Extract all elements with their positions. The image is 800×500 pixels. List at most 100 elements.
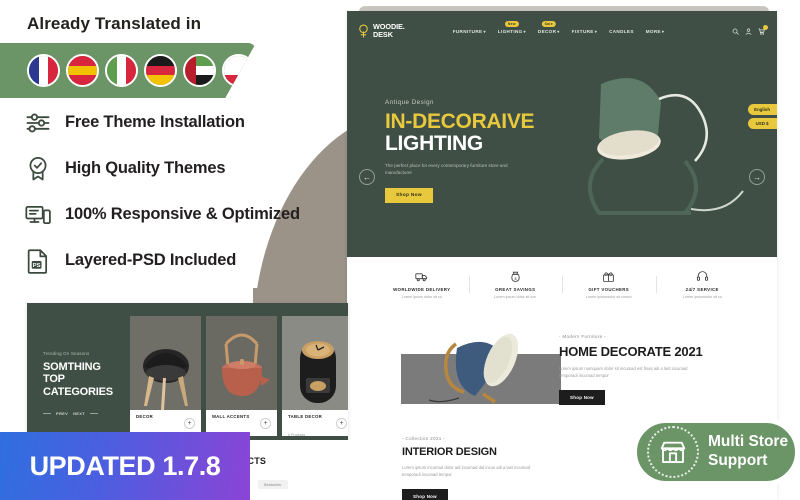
- category-name: TABLE DECOR: [288, 414, 323, 419]
- feature-label: 100% Responsive & Optimized: [65, 205, 300, 223]
- categories-copy: Trending On Seasons SOMTHING TOP CATEGOR…: [43, 351, 121, 416]
- nav-label: FIXTURE: [571, 28, 594, 34]
- service-title: GIFT VOUCHERS: [588, 287, 630, 292]
- service-title: 24/7 SERVICE: [685, 287, 719, 292]
- france-flag: [27, 54, 60, 87]
- nav-item-lighting[interactable]: New LIGHTING▾: [497, 20, 526, 34]
- category-card[interactable]: TABLE DECOR 6 Products +: [282, 316, 348, 436]
- spain-flag: [66, 54, 99, 87]
- hero-slider: Antique Design IN-DECORAIVE LIGHTING The…: [347, 51, 777, 257]
- logo-line-2: DESK: [373, 30, 393, 39]
- sliders-icon: [24, 109, 52, 137]
- prev-dash: [43, 412, 51, 414]
- nav-label: CANDLES: [609, 28, 634, 34]
- feature-item-free-theme-installation: Free Theme Installation: [24, 102, 344, 143]
- cart-badge-dot: [763, 24, 768, 30]
- store-badge-line-1: Multi Store: [708, 433, 789, 451]
- interior-shop-now-button[interactable]: Shop Now: [402, 488, 448, 500]
- site-header: WOODIE. DESK FURNITURE▾ New LIGHTING▾ Sa…: [347, 11, 777, 51]
- nav-badge-sale: Sale: [541, 20, 556, 27]
- category-card[interactable]: WALL ACCENTS 6 Products +: [206, 316, 277, 436]
- service-title: GREAT SAVINGS: [495, 287, 536, 292]
- service-worldwide-delivery: WORLDWIDE DELIVERY Lorem ipsum dolor sit…: [375, 270, 469, 299]
- category-caption: TABLE DECOR 6 Products +: [282, 410, 348, 436]
- arrow-left-icon[interactable]: ←: [359, 169, 375, 185]
- category-name: DECOR: [136, 414, 154, 419]
- nav-item-fixture[interactable]: FIXTURE▾: [572, 29, 597, 34]
- responsive-icon: [24, 201, 52, 229]
- category-card-list: DECOR 6 Products +: [130, 316, 348, 436]
- service-gift-vouchers: GIFT VOUCHERS Lorem ipsumdolor sit consc…: [562, 270, 656, 299]
- decorate-shop-now-button[interactable]: Shop Now: [559, 389, 605, 405]
- category-name: WALL ACCENTS: [212, 414, 250, 419]
- site-nav: FURNITURE▾ New LIGHTING▾ Sale DECOR▾ FIX…: [453, 20, 665, 34]
- service-great-savings: $ GREAT SAVINGS Lorem ipsum dolor sit co…: [468, 270, 563, 299]
- products-tab[interactable]: Bestseller: [258, 480, 288, 489]
- woodie-logo-icon: [357, 24, 370, 38]
- support-icon: [660, 270, 746, 283]
- feature-item-layered-psd: PS Layered-PSD Included: [24, 240, 344, 281]
- badge-check-icon: [24, 155, 52, 183]
- feature-list: Free Theme Installation High Quality The…: [24, 102, 344, 286]
- hero-title-secondary: LIGHTING: [385, 131, 483, 155]
- hero-title-primary: IN-DECORAIVE: [385, 110, 535, 133]
- savings-icon: $: [473, 270, 559, 283]
- plus-icon[interactable]: +: [260, 417, 271, 429]
- service-subtitle: Lorem ipsumdolor sit consci: [585, 295, 632, 299]
- cart-icon[interactable]: [758, 24, 768, 35]
- updated-version-label: UPDATED 1.7.8: [29, 450, 221, 481]
- categories-title: SOMTHING TOP CATEGORIES: [43, 361, 113, 398]
- categories-slider-nav[interactable]: PREV NEXT: [43, 411, 121, 416]
- next-dash: [89, 412, 98, 414]
- feature-label: Layered-PSD Included: [65, 251, 237, 269]
- svg-text:PS: PS: [33, 262, 41, 268]
- store-badge-line-2: Support: [708, 452, 768, 469]
- nav-item-furniture[interactable]: FURNITURE▾: [453, 29, 486, 34]
- nav-label: LIGHTING: [497, 28, 523, 34]
- next-label[interactable]: NEXT: [73, 411, 85, 416]
- language-selector[interactable]: English: [748, 104, 777, 115]
- hero-eyebrow: Antique Design: [385, 99, 434, 106]
- user-icon[interactable]: [745, 28, 752, 35]
- blue-bowl-lamp-image: [391, 324, 576, 412]
- feature-label: Free Theme Installation: [65, 113, 245, 131]
- feature-item-responsive-optimized: 100% Responsive & Optimized: [24, 194, 344, 235]
- chevron-down-icon: ▾: [661, 28, 665, 34]
- decorate-description: Lorem ipsum numquam dolor sit incumad es…: [559, 366, 688, 379]
- service-24-7-support: 24/7 SERVICE Lorem ipsumdolor sit co: [655, 270, 750, 299]
- currency-label: USD $: [755, 121, 769, 126]
- site-logo[interactable]: WOODIE. DESK: [357, 22, 405, 39]
- feature-label: High Quality Themes: [65, 159, 226, 177]
- chevron-down-icon: ▾: [594, 28, 598, 34]
- language-currency-tabs: English USD $: [748, 104, 777, 132]
- currency-selector[interactable]: USD $: [748, 118, 777, 129]
- home-decorate-copy: - Modern Furniture - HOME DECORATE 2021 …: [559, 334, 739, 405]
- service-title: WORLDWIDE DELIVERY: [393, 287, 451, 292]
- hero-shop-now-button[interactable]: Shop Now: [385, 187, 433, 203]
- delivery-truck-icon: [379, 270, 465, 283]
- svg-text:$: $: [514, 277, 517, 281]
- service-feature-strip: WORLDWIDE DELIVERY Lorem ipsum dolor sit…: [347, 257, 777, 312]
- flag-banner: [0, 43, 256, 98]
- decorate-title: HOME DECORATE 2021: [559, 344, 703, 359]
- nav-badge-new: New: [504, 20, 519, 27]
- arrow-right-icon[interactable]: →: [749, 169, 765, 185]
- decorate-eyebrow: - Modern Furniture -: [559, 334, 606, 339]
- nav-item-more[interactable]: MORE▾: [646, 29, 665, 34]
- screenshot-root: Already Translated in Free Theme Install…: [0, 0, 800, 500]
- translated-heading: Already Translated in: [27, 14, 202, 33]
- search-icon[interactable]: [732, 28, 739, 35]
- plus-icon[interactable]: +: [184, 417, 195, 429]
- category-count: 6 Products: [288, 433, 306, 436]
- chevron-down-icon: ▾: [483, 28, 486, 34]
- nav-label: FURNITURE: [452, 28, 483, 34]
- plus-icon[interactable]: +: [336, 417, 347, 429]
- prev-label[interactable]: PREV: [56, 411, 68, 416]
- nav-item-candles[interactable]: CANDLES: [609, 29, 634, 34]
- marketing-left-panel: Already Translated in Free Theme Install…: [0, 0, 350, 300]
- nav-label: MORE: [645, 28, 661, 34]
- nav-item-decor[interactable]: Sale DECOR▾: [538, 20, 560, 34]
- category-card[interactable]: DECOR 6 Products +: [130, 316, 201, 436]
- updated-version-banner: UPDATED 1.7.8: [0, 432, 250, 500]
- feature-item-high-quality-themes: High Quality Themes: [24, 148, 344, 189]
